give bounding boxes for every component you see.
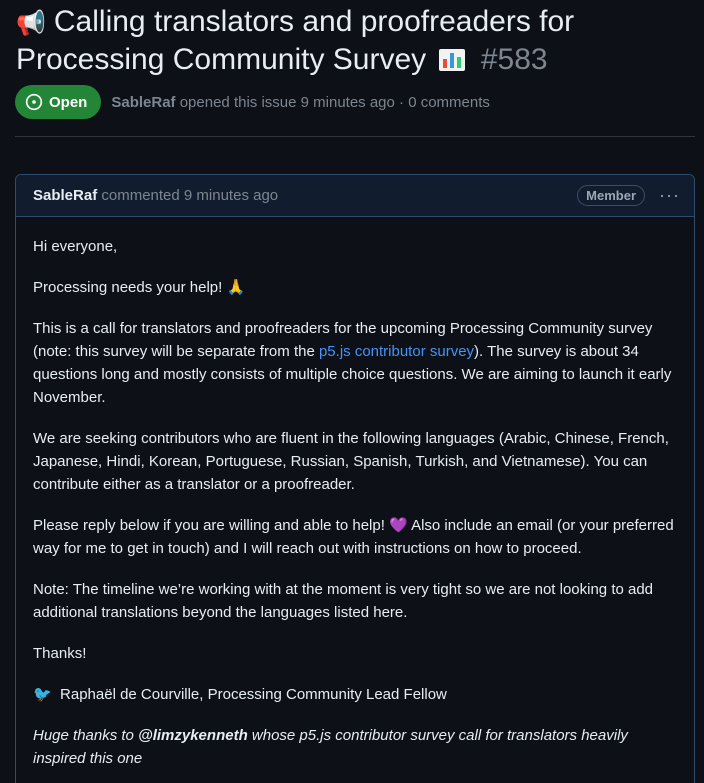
contributor-survey-link[interactable]: p5.js contributor survey <box>319 343 474 360</box>
issue-meta-rest: opened this issue 9 minutes ago · 0 comm… <box>179 93 490 111</box>
paragraph-languages: We are seeking contributors who are flue… <box>33 430 669 493</box>
mention-link[interactable]: @limzykenneth <box>138 727 248 744</box>
issue-number: #583 <box>480 43 548 76</box>
purple-heart-icon: 💜 <box>389 517 408 534</box>
comment-body: Hi everyone, Processing needs your help!… <box>16 217 694 783</box>
paragraph-thanks: Thanks! <box>33 645 87 662</box>
bar-chart-icon <box>438 49 465 71</box>
comment-card: SableRaf commented 9 minutes ago Member … <box>15 174 695 783</box>
paragraph-help: Processing needs your help! 🙏 <box>33 279 246 296</box>
comment-author-link[interactable]: SableRaf <box>33 187 97 204</box>
paragraph-note: Note: The timeline we’re working with at… <box>33 581 654 621</box>
paragraph-call: This is a call for translators and proof… <box>33 317 677 409</box>
status-badge: Open <box>15 85 102 119</box>
status-label: Open <box>49 93 88 111</box>
paragraph-greeting: Hi everyone, <box>33 238 118 255</box>
signature-text: Raphaël de Courville, Processing Communi… <box>60 686 447 703</box>
paragraph-reply-text-a: Please reply below if you are willing an… <box>33 517 390 534</box>
issue-title: 📢 Calling translators and proofreaders fo… <box>16 4 696 78</box>
credits-text-a: Huge thanks to <box>33 727 139 744</box>
comment-header: SableRaf commented 9 minutes ago Member … <box>16 175 694 217</box>
issue-meta-text: SableRaf opened this issue 9 minutes ago… <box>111 94 490 111</box>
comment-time: commented 9 minutes ago <box>101 187 279 204</box>
paragraph-reply: Please reply below if you are willing an… <box>33 514 677 560</box>
signature: 🐦 Raphaël de Courville, Processing Commu… <box>33 683 677 706</box>
megaphone-icon: 📢 <box>16 10 46 37</box>
issue-meta: Open SableRaf opened this issue 9 minute… <box>15 85 490 119</box>
paragraph-credits: Huge thanks to @limzykenneth whose p5.js… <box>33 724 677 770</box>
issue-author-link[interactable]: SableRaf <box>111 94 175 111</box>
kebab-menu-icon[interactable]: ··· <box>659 185 680 206</box>
member-badge: Member <box>577 185 646 206</box>
comment-header-actions: Member ··· <box>577 185 680 206</box>
comment-meta: SableRaf commented 9 minutes ago <box>33 187 278 204</box>
bird-icon: 🐦 <box>33 686 52 703</box>
issue-open-icon <box>25 93 43 111</box>
divider <box>15 136 695 137</box>
